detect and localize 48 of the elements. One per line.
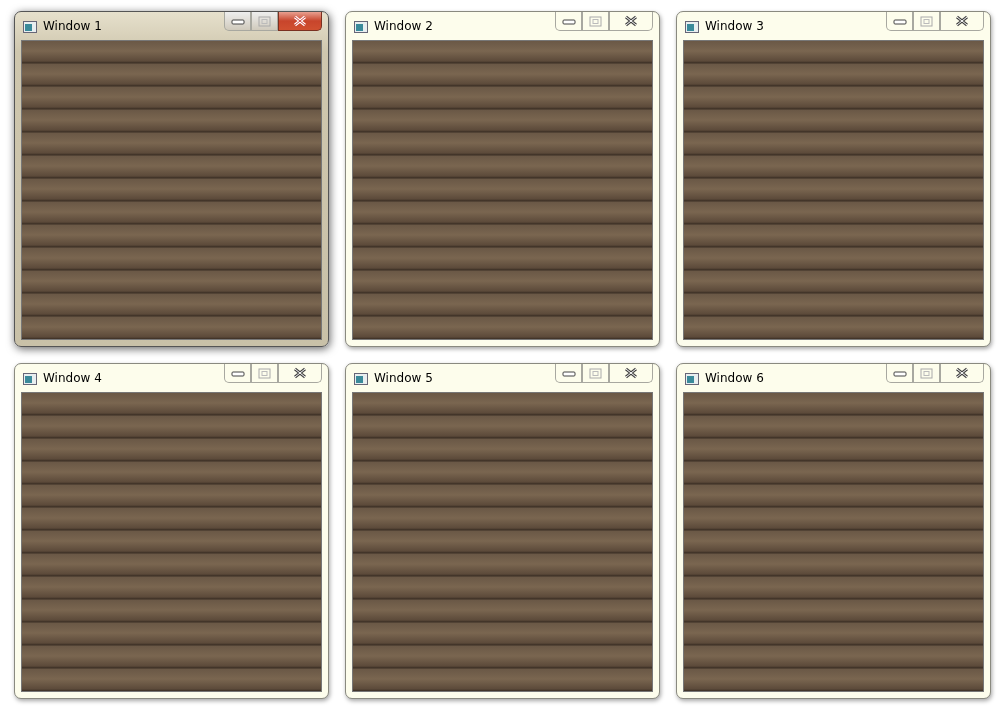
close-icon — [955, 367, 969, 379]
close-button[interactable] — [278, 12, 322, 31]
app-icon — [23, 373, 37, 385]
close-button[interactable] — [609, 12, 653, 31]
maximize-icon — [920, 15, 933, 27]
window-title: Window 3 — [705, 19, 765, 33]
minimize-icon — [561, 16, 576, 26]
close-icon — [624, 367, 638, 379]
window-title: Window 4 — [43, 371, 103, 385]
minimize-icon — [230, 368, 245, 378]
app-icon — [685, 373, 699, 385]
maximize-button[interactable] — [582, 364, 609, 383]
window-title: Window 6 — [705, 371, 765, 385]
minimize-icon — [561, 368, 576, 378]
app-icon — [23, 21, 37, 33]
minimize-icon — [892, 368, 907, 378]
app-icon — [354, 21, 368, 33]
window-title: Window 2 — [374, 19, 434, 33]
maximize-button[interactable] — [913, 12, 940, 31]
close-button[interactable] — [940, 12, 984, 31]
maximize-icon — [920, 367, 933, 379]
app-icon — [354, 373, 368, 385]
maximize-button[interactable] — [251, 12, 278, 31]
close-icon — [293, 367, 307, 379]
close-button[interactable] — [278, 364, 322, 383]
close-icon — [955, 15, 969, 27]
maximize-icon — [258, 15, 271, 27]
maximize-button[interactable] — [582, 12, 609, 31]
maximize-icon — [589, 367, 602, 379]
maximize-icon — [589, 15, 602, 27]
maximize-button[interactable] — [913, 364, 940, 383]
close-button[interactable] — [609, 364, 653, 383]
minimize-button[interactable] — [555, 12, 582, 31]
maximize-icon — [258, 367, 271, 379]
minimize-button[interactable] — [224, 364, 251, 383]
close-button[interactable] — [940, 364, 984, 383]
minimize-icon — [230, 16, 245, 26]
minimize-button[interactable] — [224, 12, 251, 31]
app-icon — [685, 21, 699, 33]
minimize-button[interactable] — [555, 364, 582, 383]
window-title: Window 1 — [43, 19, 103, 33]
minimize-icon — [892, 16, 907, 26]
window-title: Window 5 — [374, 371, 434, 385]
minimize-button[interactable] — [886, 364, 913, 383]
minimize-button[interactable] — [886, 12, 913, 31]
close-icon — [624, 15, 638, 27]
maximize-button[interactable] — [251, 364, 278, 383]
close-icon — [293, 15, 307, 27]
